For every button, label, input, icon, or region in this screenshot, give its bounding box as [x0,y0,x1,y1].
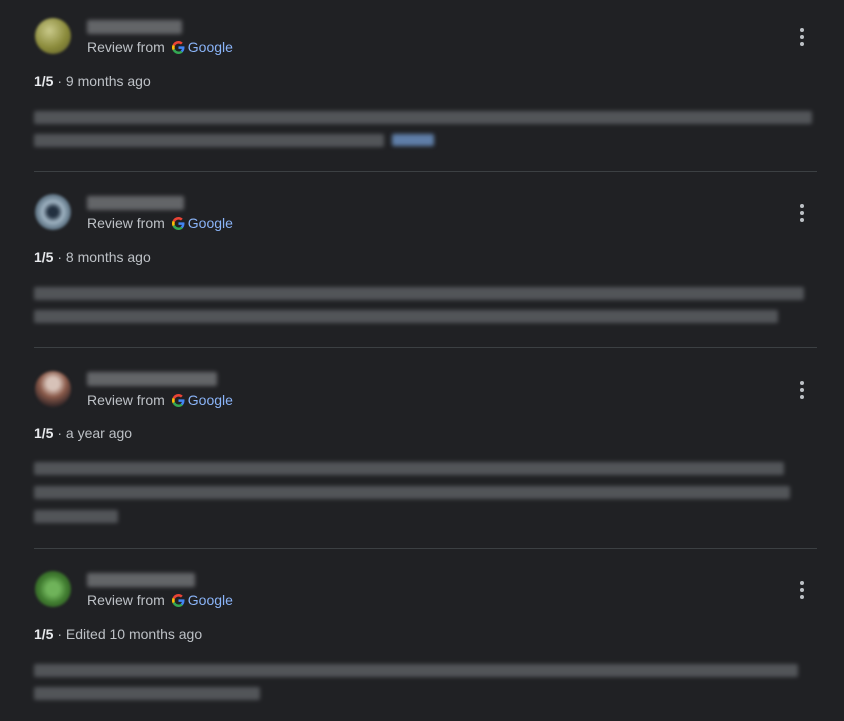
google-g-icon [171,393,185,407]
rating-score: 1/5 [34,73,54,89]
google-g-icon [171,216,185,230]
review-text-line [34,287,804,300]
source-google-label: Google [187,592,233,608]
review-source: Review from Google [87,39,233,55]
review-time: 8 months ago [65,249,151,265]
review-source: Review from Google [87,392,233,408]
review-text-line [34,462,784,475]
google-g-icon [171,593,185,607]
rating-line: 1/5 · a year ago [34,425,132,441]
review-time: 9 months ago [65,73,151,89]
rating-line: 1/5 · Edited 10 months ago [34,626,202,642]
more-vert-icon[interactable] [790,25,814,49]
review-time: a year ago [65,425,133,441]
rating-score: 1/5 [34,425,54,441]
google-g-icon [171,40,185,54]
avatar[interactable] [35,194,71,230]
reviewer-name[interactable] [87,20,182,34]
separator: · [53,249,66,265]
rating-line: 1/5 · 9 months ago [34,73,151,89]
divider [34,171,817,172]
review-text-line [34,510,118,523]
review-source: Review from Google [87,592,233,608]
source-label: Review from [87,215,165,231]
source-google-label: Google [187,39,233,55]
review-time: Edited 10 months ago [65,626,203,642]
rating-score: 1/5 [34,626,54,642]
separator: · [53,73,66,89]
source-google-label: Google [187,215,233,231]
rating-score: 1/5 [34,249,54,265]
more-vert-icon[interactable] [790,201,814,225]
reviewer-name[interactable] [87,573,195,587]
review-text-line [34,486,790,499]
rating-line: 1/5 · 8 months ago [34,249,151,265]
review-text-line [34,664,798,677]
source-label: Review from [87,39,165,55]
review-text-line [34,111,812,124]
divider [34,347,817,348]
avatar[interactable] [35,571,71,607]
more-vert-icon[interactable] [790,378,814,402]
more-vert-icon[interactable] [790,578,814,602]
avatar[interactable] [35,18,71,54]
source-google-label: Google [187,392,233,408]
separator: · [53,626,66,642]
review-source: Review from Google [87,215,233,231]
source-label: Review from [87,392,165,408]
reviewer-name[interactable] [87,372,217,386]
review-text-line [34,687,260,700]
separator: · [53,425,66,441]
avatar[interactable] [35,371,71,407]
review-text-line [34,310,778,323]
more-link[interactable] [392,134,434,146]
divider [34,548,817,549]
review-text-line [34,134,384,147]
source-label: Review from [87,592,165,608]
reviewer-name[interactable] [87,196,184,210]
